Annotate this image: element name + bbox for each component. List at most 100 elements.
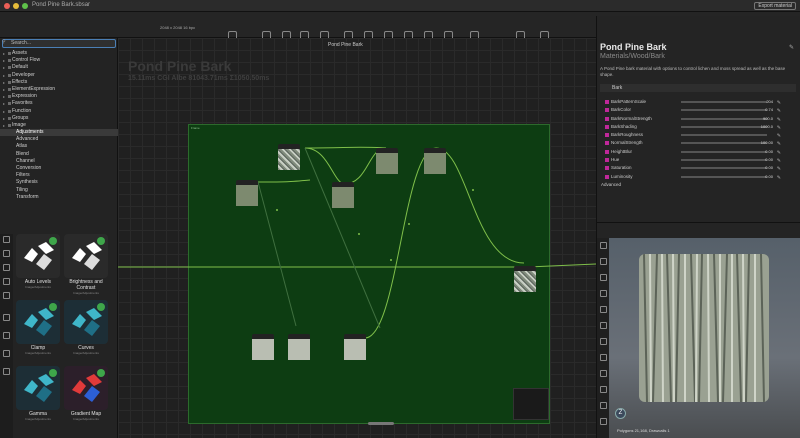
advanced-section-toggle[interactable]: Advanced	[597, 181, 800, 189]
library-node-thumbnail[interactable]	[64, 366, 108, 410]
parameter-row[interactable]: HeightBlur 0.00 ✎	[597, 148, 800, 156]
export-button[interactable]: Export material	[754, 2, 796, 10]
parameter-slider[interactable]	[681, 167, 767, 170]
light-icon[interactable]	[600, 274, 607, 281]
parameter-row[interactable]: BarkNormalStrength 900.0 ✎	[597, 115, 800, 123]
parameter-value[interactable]: 204	[766, 98, 773, 106]
settings-icon[interactable]	[600, 418, 607, 425]
parameter-slider[interactable]	[681, 150, 767, 153]
parameter-slider[interactable]	[681, 142, 767, 145]
parameter-slider[interactable]	[681, 159, 767, 162]
chevron-right-icon[interactable]: ▸	[3, 64, 5, 71]
graph-node[interactable]	[278, 144, 300, 170]
parameter-row[interactable]: BarkRoughness ✎	[597, 131, 800, 139]
output-node[interactable]	[514, 266, 536, 292]
parameter-value[interactable]: 100.00	[761, 139, 773, 147]
person-icon[interactable]	[3, 292, 10, 299]
library-node-thumbnail[interactable]	[16, 234, 60, 278]
minimize-window-button[interactable]	[13, 3, 19, 9]
parameter-slider[interactable]	[681, 125, 767, 128]
tree-item[interactable]: Blend	[0, 151, 118, 158]
tree-item[interactable]: Tiling	[0, 187, 118, 194]
parameter-value[interactable]: 0.00	[765, 164, 773, 172]
tree-item[interactable]: ▸ ElementExpression	[0, 86, 118, 93]
horizontal-scrollbar[interactable]	[368, 422, 394, 425]
library-node-thumbnail[interactable]	[64, 300, 108, 344]
graph-node[interactable]	[344, 334, 366, 360]
tree-item[interactable]: ▸ Default	[0, 64, 118, 71]
parameter-row[interactable]: BarkColor 0.74 ✎	[597, 106, 800, 114]
stack-icon[interactable]	[3, 314, 10, 321]
chevron-right-icon[interactable]: ▸	[3, 100, 5, 107]
zoom-badge[interactable]: Z	[615, 408, 626, 419]
resolution-readout[interactable]: 2048 x 2048 16 bpc	[160, 25, 195, 30]
rotate-icon[interactable]	[600, 258, 607, 265]
graph-node[interactable]	[252, 334, 274, 360]
tree-item[interactable]: Channel	[0, 158, 118, 165]
parameter-section-header[interactable]: Bark	[600, 84, 796, 92]
tree-item[interactable]: Filters	[0, 172, 118, 179]
env-icon[interactable]	[600, 306, 607, 313]
tree-item[interactable]: Atlas	[0, 143, 118, 150]
parameter-value[interactable]: 1000.0	[761, 123, 773, 131]
tree-item[interactable]: ▸ Assets	[0, 50, 118, 57]
parameter-slider[interactable]	[681, 134, 767, 137]
graph-minimap[interactable]	[513, 388, 549, 420]
parameter-row[interactable]: Saturation 0.00 ✎	[597, 164, 800, 172]
close-window-button[interactable]	[4, 3, 10, 9]
parameter-row[interactable]: NormalStrength 100.00 ✎	[597, 139, 800, 147]
text-icon[interactable]	[3, 264, 10, 271]
graph-node[interactable]	[236, 180, 258, 206]
parameter-value[interactable]: 0.00	[765, 156, 773, 164]
tree-item[interactable]: ▸ Control Flow	[0, 57, 118, 64]
shape-icon[interactable]	[600, 322, 607, 329]
chevron-right-icon[interactable]: ▸	[3, 115, 5, 122]
graph-node[interactable]	[376, 148, 398, 174]
parameter-value[interactable]: 900.0	[763, 115, 773, 123]
move-icon[interactable]	[600, 242, 607, 249]
zoom-window-button[interactable]	[22, 3, 28, 9]
tree-item[interactable]: ▸ Effects	[0, 79, 118, 86]
parameter-value[interactable]: 0.74	[765, 106, 773, 114]
chevron-right-icon[interactable]: ▸	[3, 86, 5, 93]
layers-icon[interactable]	[3, 250, 10, 257]
layers-icon[interactable]	[600, 338, 607, 345]
tree-item[interactable]: Conversion	[0, 165, 118, 172]
grid-icon[interactable]	[600, 370, 607, 377]
grid-icon[interactable]	[3, 350, 10, 357]
tree-item[interactable]: ▸ Function	[0, 108, 118, 115]
eye-icon[interactable]	[600, 354, 607, 361]
library-node-thumbnail[interactable]	[16, 366, 60, 410]
library-node-thumbnail[interactable]	[16, 300, 60, 344]
tree-item[interactable]: ▸ Groups	[0, 115, 118, 122]
parameter-slider[interactable]	[681, 101, 767, 103]
parameter-value[interactable]: 0.00	[765, 173, 773, 181]
tree-item[interactable]: Transform	[0, 194, 118, 201]
tree-item[interactable]: Synthesis	[0, 179, 118, 186]
chevron-right-icon[interactable]: ▸	[3, 57, 5, 64]
graph-node[interactable]	[424, 148, 446, 174]
tree-item[interactable]: Adjustments	[0, 129, 118, 137]
image-icon[interactable]	[600, 402, 607, 409]
library-node-thumbnail[interactable]	[64, 234, 108, 278]
chevron-right-icon[interactable]: ▸	[3, 93, 5, 100]
parameter-row[interactable]: BarkShading 1000.0 ✎	[597, 123, 800, 131]
parameter-row[interactable]: BarkPatternScale 204 ✎	[597, 98, 800, 106]
graph-node[interactable]	[288, 334, 310, 360]
parameter-slider[interactable]	[681, 117, 767, 120]
3d-viewport[interactable]: Z Polygons 21,168, Drawcalls 1	[609, 238, 800, 438]
tree-item[interactable]: ▸ Developer	[0, 72, 118, 79]
chevron-right-icon[interactable]: ▸	[3, 122, 5, 129]
chevron-right-icon[interactable]: ▸	[3, 79, 5, 86]
filter-icon[interactable]	[3, 236, 10, 243]
parameter-row[interactable]: Hue 0.00 ✎	[597, 156, 800, 164]
tree-item[interactable]: Advanced	[0, 136, 118, 143]
parameter-value[interactable]: 0.00	[765, 148, 773, 156]
list-icon[interactable]	[3, 368, 10, 375]
tree-item[interactable]: ▸ Expression	[0, 93, 118, 100]
graph-canvas[interactable]: Pond Pine Bark Pond Pine Bark 15.11ms CG…	[118, 38, 596, 438]
parameter-slider[interactable]	[681, 109, 767, 112]
edit-icon[interactable]: ✎	[789, 44, 794, 51]
parameter-slider[interactable]	[681, 175, 767, 178]
chevron-right-icon[interactable]: ▸	[3, 72, 5, 79]
